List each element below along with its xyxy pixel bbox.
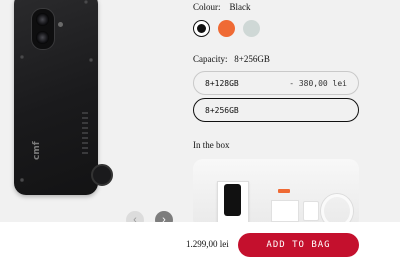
in-the-box-image [193,159,359,229]
capacity-heading: Capacity: 8+256GB [193,54,270,64]
capacity-option-8-128[interactable]: 8+128GB - 380,00 lei [193,71,359,95]
capacity-option-label: 8+256GB [205,105,239,115]
brand-logo: cmf [32,141,42,160]
capacity-selected-value: 8+256GB [234,54,270,64]
colour-heading: Colour: Black [193,2,251,12]
product-image-phone-back: cmf [14,0,113,195]
capacity-option-price-delta: - 380,00 lei [289,78,347,88]
capacity-label: Capacity: [193,54,228,64]
capacity-option-8-256[interactable]: 8+256GB [193,98,359,122]
sticker [278,189,290,193]
sim-tool [303,201,319,221]
boxed-phone [224,184,241,216]
screw-icon [84,0,88,4]
documentation [271,200,299,222]
colour-swatch-orange[interactable] [218,20,235,37]
capacity-option-label: 8+128GB [205,78,239,88]
product-gallery: cmf [0,0,185,222]
camera-lens-icon [36,31,49,44]
colour-selected-value: Black [229,2,251,12]
camera-lens-icon [36,13,49,26]
accessory-point [91,164,113,186]
camera-module [31,8,55,50]
certification-marks [82,112,88,156]
add-to-bag-button[interactable]: ADD TO BAG [238,233,359,257]
screw-icon [20,178,24,182]
in-the-box-title: In the box [193,140,230,150]
screw-icon [89,58,93,62]
flash-icon [58,22,63,27]
screw-icon [20,55,24,59]
total-price: 1.299,00 lei [186,239,229,249]
colour-swatch-black[interactable] [193,20,210,37]
colour-swatch-white[interactable] [243,20,260,37]
colour-label: Colour: [193,2,221,12]
